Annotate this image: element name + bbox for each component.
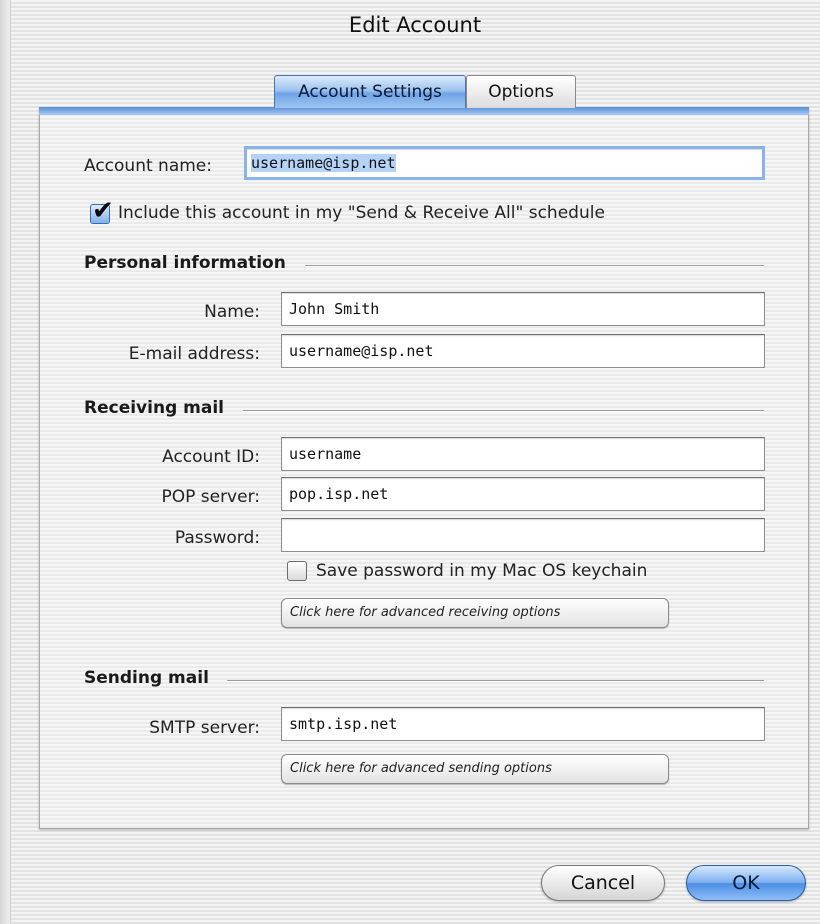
tab-account-settings[interactable]: Account Settings <box>274 75 466 108</box>
smtp-server-label: SMTP server: <box>149 718 260 738</box>
pop-server-input[interactable]: pop.isp.net <box>281 477 765 511</box>
personal-information-heading: Personal information <box>84 253 286 273</box>
account-name-value: username@isp.net <box>251 154 396 172</box>
email-input[interactable]: username@isp.net <box>281 334 765 368</box>
include-schedule-checkbox[interactable]: ✔ <box>90 196 114 226</box>
email-label: E-mail address: <box>128 344 260 364</box>
section-divider <box>243 410 764 412</box>
window-edge <box>0 0 11 924</box>
ok-button[interactable]: OK <box>686 865 806 901</box>
account-name-label: Account name: <box>84 156 212 176</box>
checkmark-icon: ✔ <box>92 196 114 226</box>
account-name-input[interactable]: username@isp.net <box>244 146 765 180</box>
cancel-button[interactable]: Cancel <box>541 865 665 901</box>
name-input[interactable]: John Smith <box>281 292 765 326</box>
receiving-mail-heading: Receiving mail <box>84 398 224 418</box>
advanced-receiving-button[interactable]: Click here for advanced receiving option… <box>281 598 669 628</box>
pop-server-label: POP server: <box>161 487 260 507</box>
name-label: Name: <box>204 302 260 322</box>
account-id-label: Account ID: <box>162 447 260 467</box>
section-divider <box>305 265 764 267</box>
password-input[interactable] <box>281 518 765 552</box>
section-divider <box>227 680 764 682</box>
password-label: Password: <box>174 528 260 548</box>
advanced-sending-button[interactable]: Click here for advanced sending options <box>281 754 669 784</box>
tab-options[interactable]: Options <box>466 75 576 108</box>
save-password-label: Save password in my Mac OS keychain <box>316 561 648 581</box>
account-id-input[interactable]: username <box>281 437 765 471</box>
tab-panel-bar <box>39 107 809 115</box>
save-password-checkbox[interactable] <box>287 561 307 581</box>
smtp-server-input[interactable]: smtp.isp.net <box>281 707 765 741</box>
window-title: Edit Account <box>348 13 482 37</box>
sending-mail-heading: Sending mail <box>84 668 209 688</box>
include-schedule-label: Include this account in my "Send & Recei… <box>118 203 605 223</box>
